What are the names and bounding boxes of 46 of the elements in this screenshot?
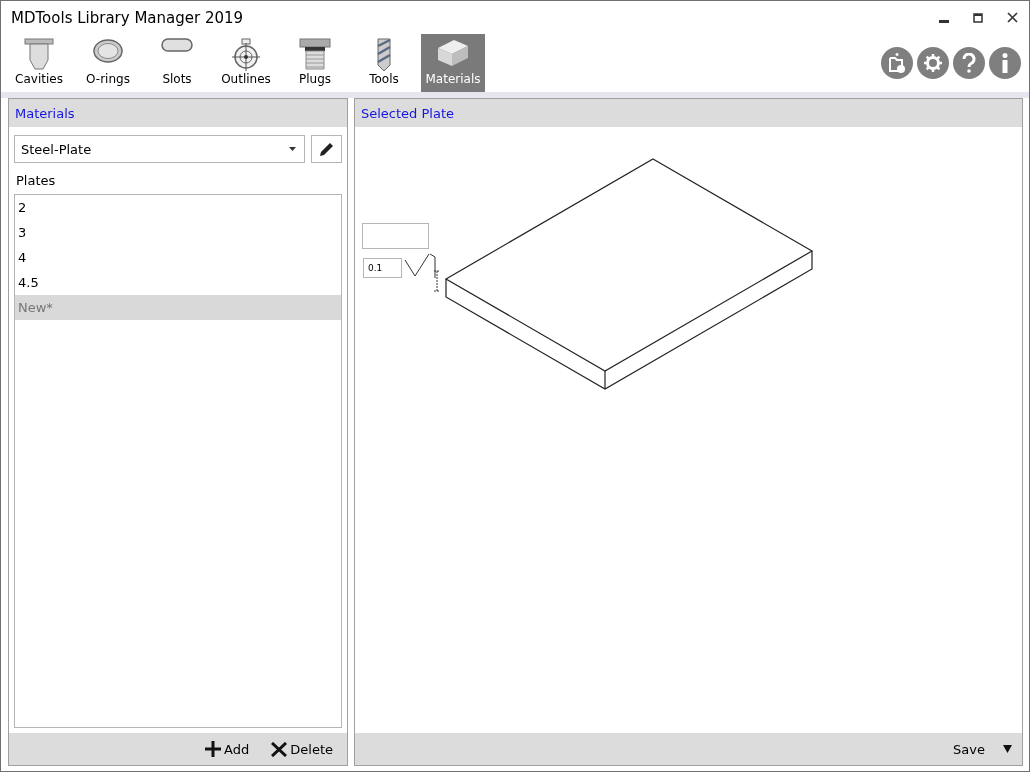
- folder-info-icon: [888, 53, 906, 73]
- cross-icon: [271, 741, 288, 757]
- caret-icon: [289, 147, 296, 151]
- help-icon: [962, 53, 976, 73]
- info-icon: [1002, 53, 1008, 73]
- target-icon: [232, 38, 260, 72]
- maximize-icon: [973, 12, 983, 23]
- dropdown-caret-icon: [1003, 745, 1012, 753]
- input-field[interactable]: [362, 223, 429, 249]
- settings-icon: [924, 54, 942, 72]
- list-label: Plates: [15, 172, 57, 188]
- panel-title: Materials: [9, 99, 347, 127]
- minimize-icon: [939, 20, 949, 23]
- ring-icon: [92, 38, 124, 64]
- window-title: MDTools Library Manager 2019: [11, 8, 245, 27]
- save-button[interactable]: Save: [949, 739, 989, 759]
- info-button[interactable]: [989, 47, 1021, 79]
- plug-icon: [299, 38, 331, 70]
- drill-icon: [376, 38, 392, 72]
- cavity-icon: [23, 38, 55, 72]
- pencil-icon: [318, 141, 335, 157]
- material-dropdown[interactable]: Steel-Plate: [14, 135, 305, 163]
- edit-button[interactable]: [311, 135, 342, 163]
- list-item[interactable]: 2: [15, 195, 341, 220]
- toolbar-tab[interactable]: Outlines: [214, 34, 278, 92]
- delete-button[interactable]: Delete: [267, 739, 337, 759]
- list-item[interactable]: 4.5: [15, 270, 341, 295]
- panel-title: Selected Plate: [355, 99, 1022, 127]
- toolbar-tab[interactable]: Materials: [421, 34, 485, 92]
- toolbar-tab[interactable]: Cavities: [7, 34, 71, 92]
- toolbar-tab[interactable]: O-rings: [76, 34, 140, 92]
- settings-button[interactable]: [917, 47, 949, 79]
- slot-icon: [161, 38, 193, 52]
- plus-icon: [205, 741, 222, 757]
- list-item[interactable]: 4: [15, 245, 341, 270]
- add-button[interactable]: Add: [201, 739, 254, 759]
- toolbar-tab[interactable]: Plugs: [283, 34, 347, 92]
- block-icon: [436, 38, 470, 68]
- close-icon: [1006, 12, 1018, 23]
- tolerance-field[interactable]: 0.1: [363, 258, 402, 278]
- surface-finish-symbol: [404, 253, 441, 292]
- help-button[interactable]: [953, 47, 985, 79]
- toolbar-tab[interactable]: Slots: [145, 34, 209, 92]
- list-item[interactable]: 3: [15, 220, 341, 245]
- toolbar-tab[interactable]: Tools: [352, 34, 416, 92]
- import-button[interactable]: [881, 47, 913, 79]
